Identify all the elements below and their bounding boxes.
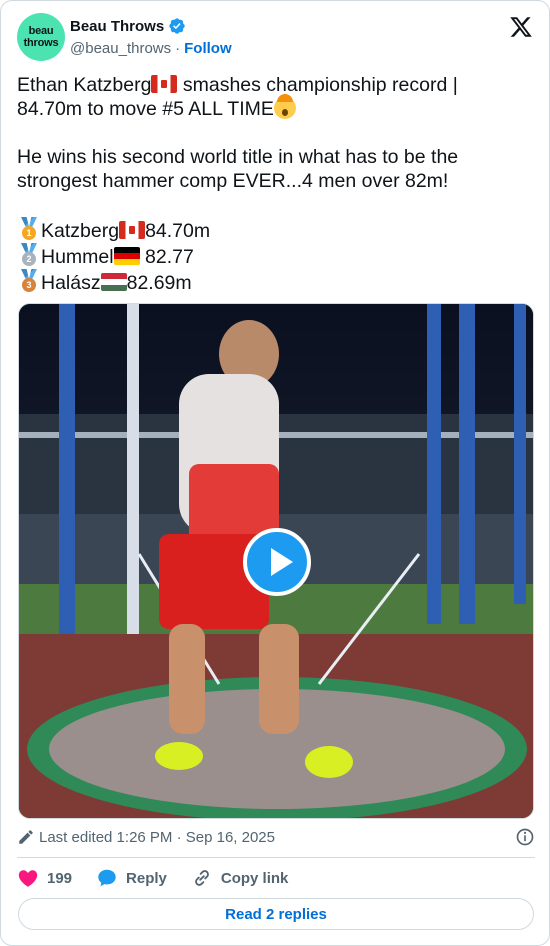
video-player[interactable] [18,303,534,819]
follow-button[interactable]: Follow [184,40,232,57]
info-icon[interactable] [515,827,535,847]
result-mark: 82.69m [126,272,192,294]
name-row: Beau Throws [70,17,186,35]
result-mark: 84.70m [145,220,211,242]
tweet-card: beau throws Beau Throws @beau_throws · F… [0,0,550,946]
x-logo-icon[interactable] [509,15,533,39]
read-replies-label: Read 2 replies [225,905,327,923]
divider [17,857,535,858]
avatar-text-line1: beau [28,25,54,37]
germany-flag-icon [113,247,140,265]
reply-bubble-icon [98,869,116,887]
tweet-paragraph2: He wins his second world title in what h… [17,146,464,192]
pencil-icon [19,830,33,844]
tweet-line1: Ethan Katzberg [17,74,152,96]
gold-medal-icon: 1 [17,217,41,241]
link-icon [195,870,209,886]
bronze-medal-icon: 3 [17,269,41,293]
handle-row: @beau_throws · Follow [70,40,232,57]
canada-flag-icon [151,75,178,93]
reply-label: Reply [126,869,167,887]
result-mark: 82.77 [139,246,194,268]
copy-link-button[interactable]: Copy link [191,867,289,889]
tweet-line1b: smashes championship record | [177,74,458,96]
tweet-header: beau throws Beau Throws @beau_throws · F… [17,13,535,63]
reply-button[interactable]: Reply [96,867,167,889]
tweet-text: Ethan Katzberg smashes championship reco… [17,73,537,295]
hungary-flag-icon [100,273,127,291]
like-button[interactable]: 199 [17,867,72,889]
result-name: Katzberg [41,220,120,242]
like-count: 199 [47,869,73,887]
copy-link-label: Copy link [220,869,289,887]
heart-icon [18,870,38,887]
canada-flag-icon [119,221,146,239]
result-name: Halász [41,272,101,294]
play-icon[interactable] [243,528,311,596]
tweet-line2: 84.70m to move #5 ALL TIME [17,98,274,120]
tweet-meta: Last edited 1:26 PM · Sep 16, 2025 [17,827,535,847]
silver-medal-icon: 2 [17,243,41,267]
avatar[interactable]: beau throws [17,13,65,61]
avatar-text-line2: throws [23,37,59,49]
result-name: Hummel [41,246,114,268]
edited-timestamp[interactable]: Last edited 1:26 PM · Sep 16, 2025 [39,829,275,846]
separator-dot: · [175,40,181,57]
verified-badge-icon [169,18,185,34]
display-name[interactable]: Beau Throws [70,18,164,35]
exploding-head-emoji-icon [273,94,296,119]
read-replies-button[interactable]: Read 2 replies [18,898,534,930]
handle[interactable]: @beau_throws [70,40,171,57]
action-bar: 199 Reply Copy link [17,867,312,889]
